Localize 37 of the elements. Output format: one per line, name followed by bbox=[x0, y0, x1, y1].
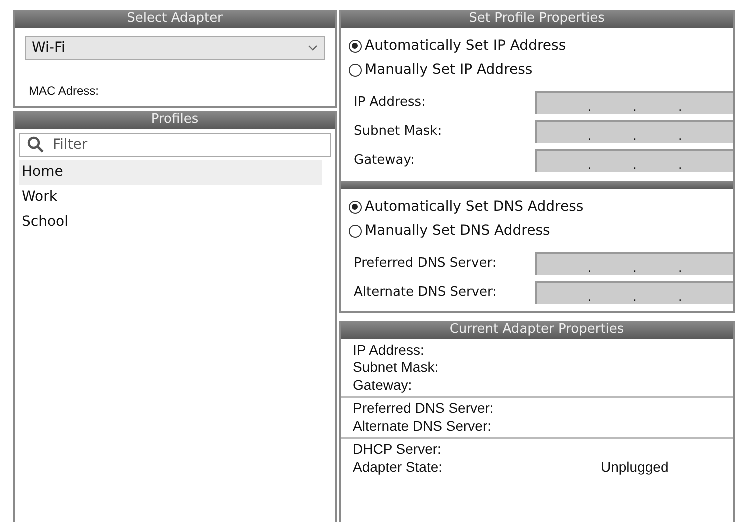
panel-header: Current Adapter Properties bbox=[341, 321, 733, 339]
radio-label: Automatically Set DNS Address bbox=[365, 199, 584, 215]
filter-field[interactable]: Filter bbox=[19, 133, 331, 157]
profile-item[interactable]: School bbox=[19, 210, 322, 235]
profile-item[interactable]: Work bbox=[19, 185, 322, 210]
radio-label: Manually Set DNS Address bbox=[365, 223, 550, 239]
field-label: Alternate DNS Server: bbox=[353, 285, 498, 300]
field-label: Subnet Mask: bbox=[353, 124, 442, 139]
mac-address-label: MAC Adress: bbox=[29, 84, 100, 98]
property-label: Preferred DNS Server: bbox=[353, 400, 495, 416]
field-label: Gateway: bbox=[353, 153, 415, 168]
radio-option[interactable]: Manually Set DNS Address bbox=[349, 219, 725, 243]
adapter-dropdown[interactable]: Wi-Fi bbox=[25, 36, 325, 60]
panel-header: Select Adapter bbox=[15, 10, 335, 28]
property-label: IP Address: bbox=[353, 342, 426, 358]
profile-item[interactable]: Home bbox=[19, 160, 322, 185]
panel-header: Set Profile Properties bbox=[341, 10, 733, 28]
radio-label: Automatically Set IP Address bbox=[365, 38, 566, 54]
radio-option[interactable]: Automatically Set DNS Address bbox=[349, 195, 725, 219]
field-label: IP Address: bbox=[353, 95, 426, 110]
property-label: Alternate DNS Server: bbox=[353, 418, 492, 434]
property-value: Unplugged bbox=[601, 458, 669, 475]
ip-address-field[interactable]: . . . bbox=[535, 91, 733, 114]
ip-address-field[interactable]: . . . bbox=[535, 252, 733, 275]
property-label: DHCP Server: bbox=[353, 441, 442, 458]
chevron-down-icon bbox=[308, 45, 318, 51]
property-label: Gateway: bbox=[353, 376, 414, 393]
ip-address-field[interactable]: . . . bbox=[535, 149, 733, 172]
radio-option[interactable]: Manually Set IP Address bbox=[349, 58, 725, 82]
field-label: Preferred DNS Server: bbox=[353, 256, 497, 271]
radio-label: Manually Set IP Address bbox=[365, 62, 533, 78]
radio-option[interactable]: Automatically Set IP Address bbox=[349, 34, 725, 58]
panel-header: Profiles bbox=[15, 111, 335, 129]
ip-address-field[interactable]: . . . bbox=[535, 120, 733, 143]
property-label: Adapter State: bbox=[353, 458, 444, 475]
property-label: Subnet Mask: bbox=[353, 359, 440, 376]
ip-address-field[interactable]: . . . bbox=[535, 281, 733, 304]
